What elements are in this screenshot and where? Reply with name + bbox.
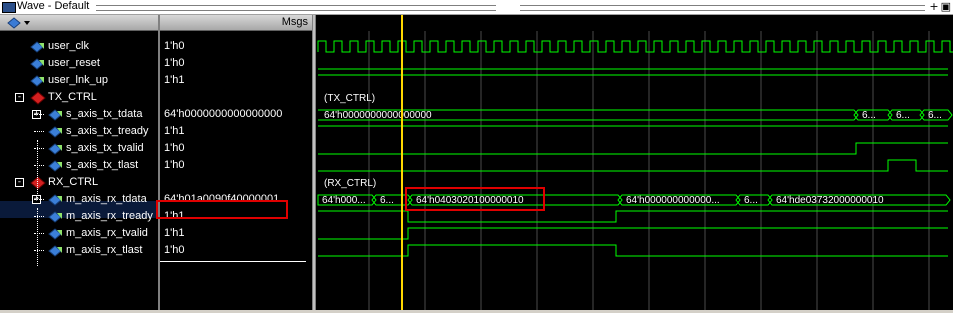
wave-rx-tdata-label: 64'h000... [322,195,366,206]
signal-value: 64'h0000000000000000 [164,108,283,120]
values-header: Msgs [160,15,312,31]
wave-tx-tdata-label: 6... [896,110,910,121]
signal-name: user_clk [48,40,89,52]
wave-rx-tdata-label: 6... [744,195,758,206]
signal-row-m_axis_rx_tvalid[interactable]: m_axis_rx_tvalid [0,225,158,242]
signal-name: m_axis_rx_tvalid [66,227,148,239]
signal-value: 1'h0 [164,57,185,69]
signal-name: user_reset [48,57,100,69]
signal-row-s_axis_tx_tlast[interactable]: s_axis_tx_tlast [0,157,158,174]
signal-name: m_axis_rx_tdata [66,193,147,205]
signal-icon [48,194,62,206]
wave-rx-tdata-label: 64'hde03732000000010 [776,195,884,206]
wave-rx-tvalid [318,227,948,240]
wave-tx-tlast [318,159,948,172]
signal-row-s_axis_tx_tready[interactable]: s_axis_tx_tready [0,123,158,140]
wave-window-icon [2,2,16,13]
signal-row-user_lnk_up[interactable]: user_lnk_up [0,72,158,89]
signal-row-user_reset[interactable]: user_reset [0,55,158,72]
signal-name: user_lnk_up [48,74,108,86]
signal-name: s_axis_tx_tlast [66,159,139,171]
undock-icon[interactable]: ▣ [941,0,951,13]
signal-row-s_axis_tx_tdata[interactable]: + s_axis_tx_tdata [0,106,158,123]
tree-connector [34,250,44,251]
signal-icon [48,211,62,223]
tree-connector [34,199,44,200]
signal-name: RX_CTRL [48,176,99,188]
wave-rx-tlast [318,244,948,257]
signal-value: 1'h0 [164,244,185,256]
values-separator [160,261,306,262]
signal-row-s_axis_tx_tvalid[interactable]: s_axis_tx_tvalid [0,140,158,157]
signal-icon [48,126,62,138]
group-diamond-icon [30,176,46,190]
collapse-toggle[interactable]: - [15,178,24,187]
signal-value: 1'h0 [164,159,185,171]
signal-row-RX_CTRL[interactable]: - RX_CTRL [0,174,158,191]
wave-rx-tready [318,210,948,223]
wave-tx-group-label: (TX_CTRL) [324,93,375,104]
signal-name: m_axis_rx_tready [66,210,153,222]
wave-tx-tdata-label: 6... [928,110,942,121]
signal-name: s_axis_tx_tdata [66,108,143,120]
title-bar[interactable]: Wave - Default + ▣ [0,0,953,15]
window-title: Wave - Default [17,0,90,12]
signal-row-m_axis_rx_tready[interactable]: m_axis_rx_tready [0,208,158,225]
tree-line [37,140,38,198]
signal-name: s_axis_tx_tvalid [66,142,144,154]
signal-row-m_axis_rx_tlast[interactable]: m_axis_rx_tlast [0,242,158,259]
signal-icon [30,75,44,87]
window-buttons: + ▣ [927,0,951,13]
signal-names-pane[interactable]: user_clk user_reset user_lnk_up - TX_CTRL + s_… [0,15,158,310]
tree-connector [34,131,44,132]
signal-icon [30,58,44,70]
wave-user-clk [317,40,953,53]
tree-connector [34,148,44,149]
signal-icon [48,228,62,240]
signal-value: 1'h0 [164,40,185,52]
signal-row-user_clk[interactable]: user_clk [0,38,158,55]
tree-connector [34,216,44,217]
wave-rx-tdata-label: 64'h000000000000... [626,195,720,206]
tree-connector [34,165,44,166]
signal-value: 1'h1 [164,227,185,239]
waveform-canvas[interactable]: (TX_CTRL) 64'h0000000000000000 6... 6... 6..… [316,15,953,310]
signal-icon [48,245,62,257]
wave-tx-tvalid [318,142,948,155]
highlight-box-value [156,200,288,219]
signal-value: 1'h0 [164,142,185,154]
msgs-label: Msgs [281,16,308,28]
wave-tx-tdata-label: 6... [862,110,876,121]
names-header [0,15,158,31]
tree-line [37,208,38,266]
signal-name: s_axis_tx_tready [66,125,149,137]
signal-icon [30,41,44,53]
collapse-toggle[interactable]: - [15,93,24,102]
waveform-pane[interactable]: (TX_CTRL) 64'h0000000000000000 6... 6... 6..… [316,15,953,310]
wave-rx-tdata-label: 64'h0403020100000010 [416,195,524,206]
tree-connector [34,114,44,115]
wave-window: Wave - Default + ▣ user_clk user_resetuser… [0,0,953,310]
signal-row-m_axis_rx_tdata[interactable]: + m_axis_rx_tdata [0,191,158,208]
signal-value: 1'h1 [164,74,185,86]
signal-row-TX_CTRL[interactable]: - TX_CTRL [0,89,158,106]
toolbar-menu-icon[interactable] [6,17,32,29]
signal-value: 1'h1 [164,125,185,137]
title-grip-left [96,5,496,11]
wave-tx-tdata-label: 64'h0000000000000000 [324,110,432,121]
wave-rx-tdata-label: 6... [380,195,394,206]
signal-values-pane[interactable]: Msgs 1'h0 1'h0 1'h1 64'h0000000000000000 1'h… [156,15,312,310]
signal-name: TX_CTRL [48,91,97,103]
group-diamond-icon [30,91,46,105]
signal-icon [48,109,62,121]
signal-name: m_axis_rx_tlast [66,244,143,256]
wave-rx-group-label: (RX_CTRL) [324,178,376,189]
signal-icon [48,160,62,172]
title-grip-right [520,5,925,11]
tree-connector [34,233,44,234]
signal-icon [48,143,62,155]
add-icon[interactable]: + [929,0,938,13]
